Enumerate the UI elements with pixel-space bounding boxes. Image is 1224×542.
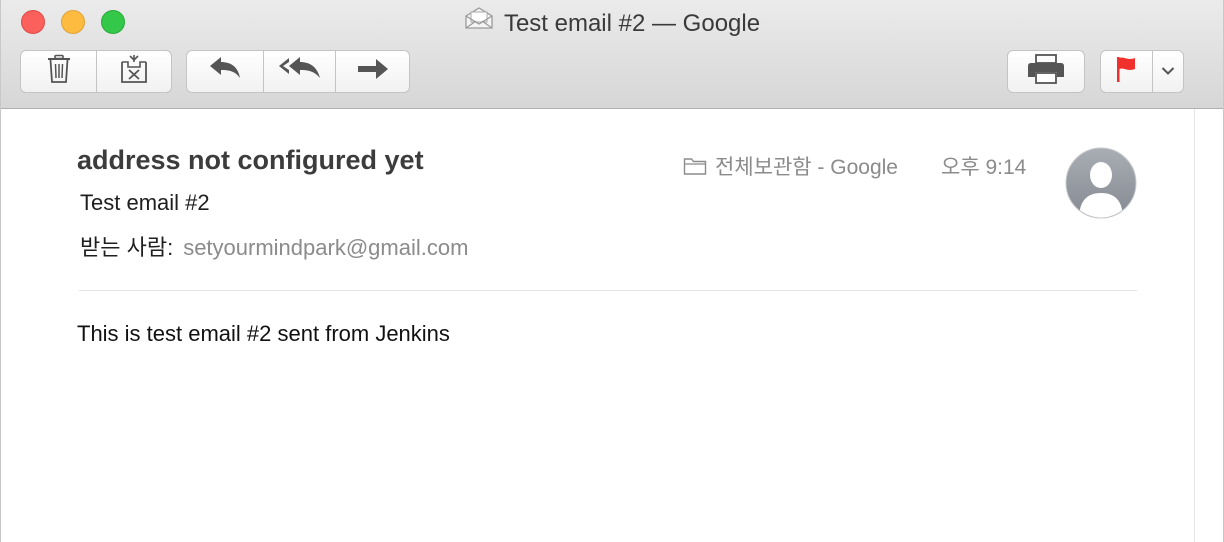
flag-button[interactable] [1101, 51, 1153, 92]
forward-icon [356, 56, 390, 87]
mailbox-location: 전체보관함 - Google [683, 151, 898, 181]
chevron-down-icon [1161, 63, 1175, 81]
flag-menu-button[interactable] [1153, 51, 1183, 92]
printer-icon [1027, 54, 1065, 89]
recipient-row: 받는 사람: setyourmindpark@gmail.com [80, 230, 468, 262]
mailbox-name: 전체보관함 - Google [715, 156, 898, 179]
avatar [1065, 147, 1137, 219]
reply-all-icon [278, 56, 322, 87]
recipient-address[interactable]: setyourmindpark@gmail.com [183, 235, 468, 260]
print-button[interactable] [1008, 51, 1084, 92]
window-title: Test email #2 — Google [1, 6, 1223, 38]
envelope-icon [464, 6, 494, 38]
recipient-label: 받는 사람: [80, 235, 174, 260]
sender-name[interactable]: address not configured yet [77, 145, 424, 176]
scrollbar-track[interactable] [1194, 109, 1223, 542]
delete-junk-group [20, 50, 172, 93]
message-subject: Test email #2 [80, 190, 210, 215]
flag-group [1100, 50, 1184, 93]
header-divider [79, 290, 1137, 291]
delete-button[interactable] [21, 51, 97, 92]
folder-icon [683, 156, 707, 176]
window-title-text: Test email #2 — Google [503, 10, 761, 37]
message-time: 오후 9:14 [941, 156, 1027, 179]
forward-button[interactable] [336, 51, 409, 92]
message-body: This is test email #2 sent from Jenkins [77, 321, 450, 346]
junk-button[interactable] [97, 51, 171, 92]
mail-window: Test email #2 — Google address not confi… [0, 0, 1224, 542]
reply-forward-group [186, 50, 410, 93]
reply-all-button[interactable] [264, 51, 336, 92]
reply-button[interactable] [187, 51, 264, 92]
reply-icon [208, 56, 242, 87]
print-group [1007, 50, 1085, 93]
flag-icon [1115, 55, 1137, 88]
message-viewer: address not configured yet Test email #2… [1, 109, 1195, 542]
junk-icon [119, 54, 149, 89]
title-bar: Test email #2 — Google [1, 0, 1223, 109]
trash-icon [46, 54, 72, 89]
